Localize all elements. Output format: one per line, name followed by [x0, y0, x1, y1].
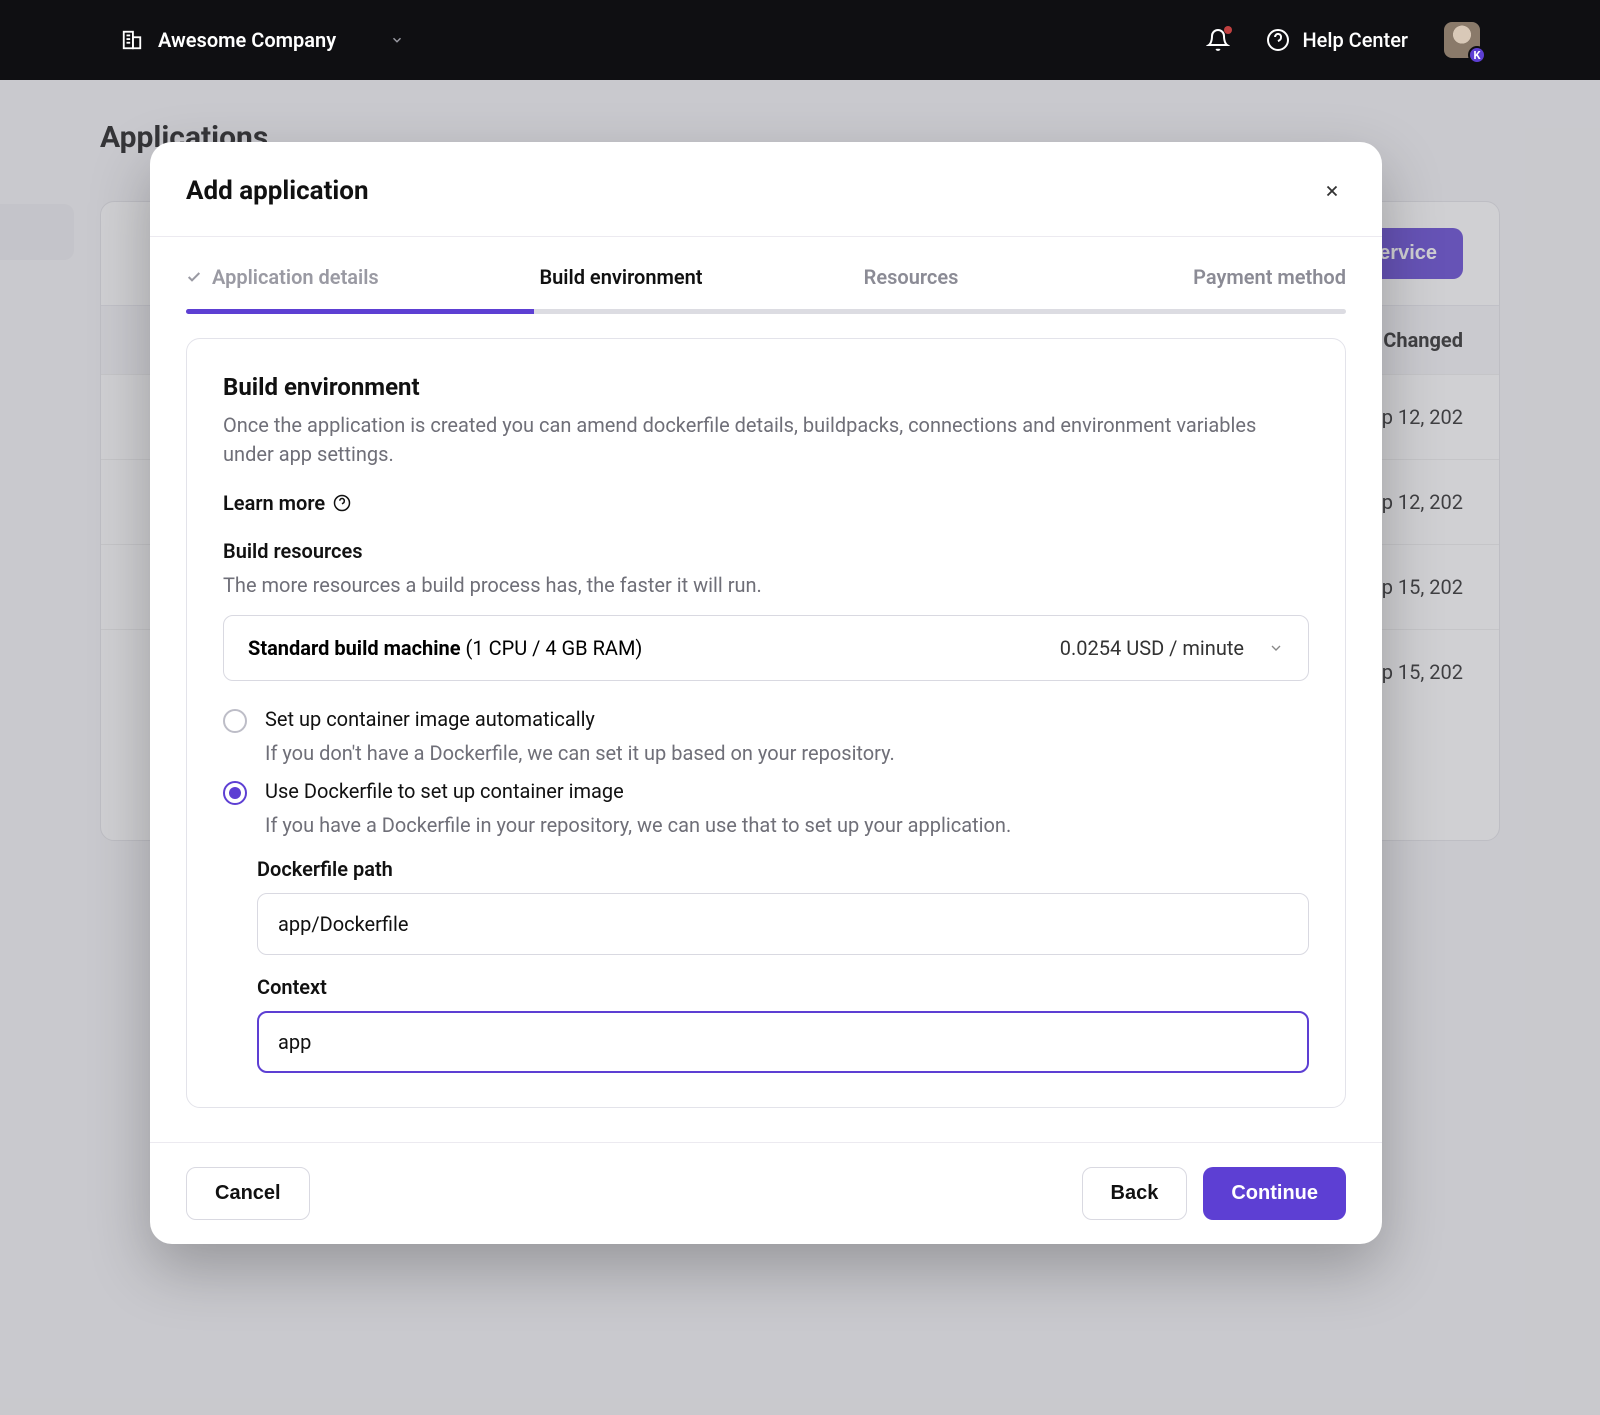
stepper: Application details Build environment Re…	[150, 237, 1382, 309]
machine-spec: (1 CPU / 4 GB RAM)	[461, 636, 643, 660]
help-icon	[333, 494, 351, 512]
machine-name: Standard build machine	[248, 636, 461, 660]
back-button[interactable]: Back	[1082, 1167, 1188, 1220]
stepper-progress-fill	[186, 309, 534, 314]
build-machine-select[interactable]: Standard build machine (1 CPU / 4 GB RAM…	[223, 615, 1309, 681]
context-label: Context	[257, 975, 1309, 999]
chevron-down-icon	[1268, 640, 1284, 656]
org-name: Awesome Company	[158, 28, 336, 52]
dockerfile-path-input[interactable]	[257, 893, 1309, 955]
radio-dockerfile-desc: If you have a Dockerfile in your reposit…	[265, 813, 1309, 837]
org-switcher[interactable]: Awesome Company	[120, 28, 404, 52]
machine-price: 0.0254 USD / minute	[1060, 636, 1244, 660]
build-resources-desc: The more resources a build process has, …	[223, 573, 1309, 597]
learn-more-link[interactable]: Learn more	[223, 491, 351, 515]
radio-auto-container[interactable]	[223, 709, 247, 733]
continue-button[interactable]: Continue	[1203, 1167, 1346, 1220]
building-icon	[120, 28, 144, 52]
step-payment-method[interactable]: Payment method	[1056, 265, 1346, 309]
radio-dockerfile-label[interactable]: Use Dockerfile to set up container image	[265, 779, 624, 803]
radio-dockerfile[interactable]	[223, 781, 247, 805]
dockerfile-path-label: Dockerfile path	[257, 857, 1309, 881]
add-application-modal: Add application Application details Buil…	[150, 142, 1382, 1244]
close-icon	[1323, 182, 1341, 200]
step-application-details[interactable]: Application details	[186, 265, 476, 309]
step-resources[interactable]: Resources	[766, 265, 1056, 309]
help-center-link[interactable]: Help Center	[1266, 28, 1408, 52]
build-resources-label: Build resources	[223, 539, 1309, 563]
section-description: Once the application is created you can …	[223, 411, 1309, 469]
radio-auto-label[interactable]: Set up container image automatically	[265, 707, 595, 731]
help-icon	[1266, 28, 1290, 52]
avatar-badge: K	[1468, 46, 1486, 64]
check-icon	[186, 269, 202, 285]
step-build-environment[interactable]: Build environment	[476, 265, 766, 309]
notifications-button[interactable]	[1206, 28, 1230, 52]
topbar: Awesome Company Help Center K	[0, 0, 1600, 80]
notification-dot-icon	[1224, 26, 1232, 34]
help-center-label: Help Center	[1302, 28, 1408, 52]
cancel-button[interactable]: Cancel	[186, 1167, 310, 1220]
chevron-down-icon	[390, 33, 404, 47]
radio-auto-desc: If you don't have a Dockerfile, we can s…	[265, 741, 1309, 765]
close-button[interactable]	[1318, 177, 1346, 205]
stepper-progress	[186, 309, 1346, 314]
build-environment-panel: Build environment Once the application i…	[186, 338, 1346, 1108]
context-input[interactable]	[257, 1011, 1309, 1073]
section-title: Build environment	[223, 373, 1309, 401]
avatar[interactable]: K	[1444, 22, 1480, 58]
modal-title: Add application	[186, 176, 369, 206]
